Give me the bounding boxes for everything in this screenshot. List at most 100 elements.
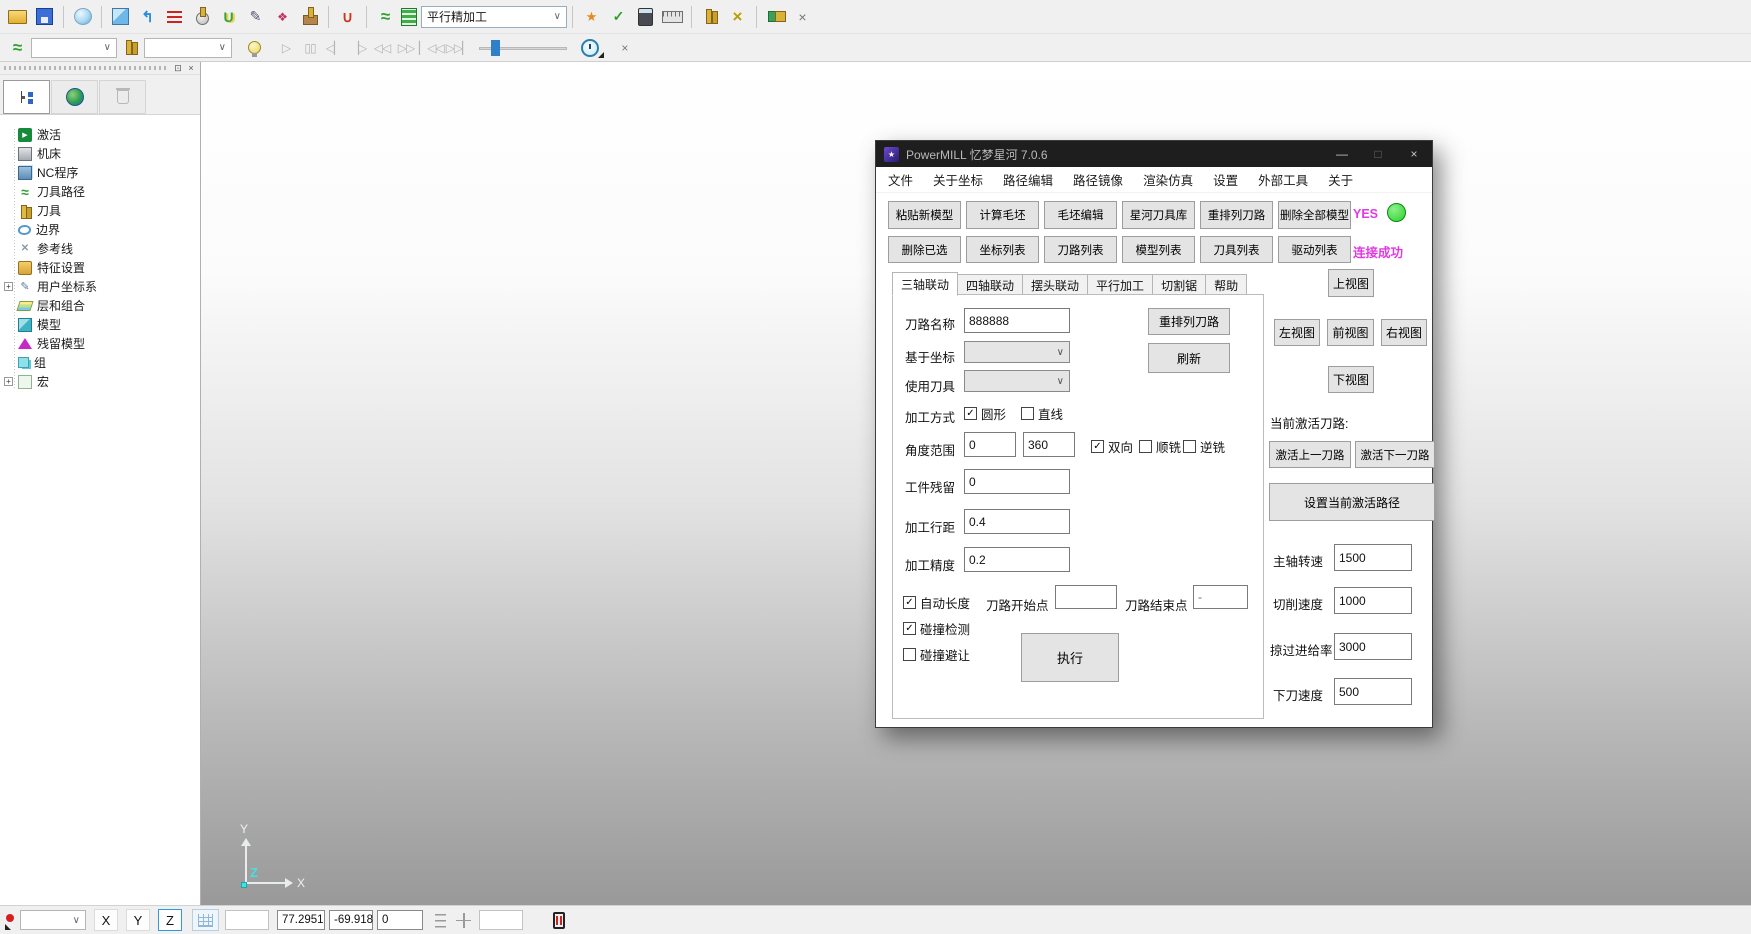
x-axis-button[interactable]: X <box>94 909 118 931</box>
tool-pair-icon[interactable] <box>698 4 723 29</box>
tree-item-nc-programs[interactable]: NC程序 <box>0 163 200 182</box>
menu-coordinates[interactable]: 关于坐标 <box>923 170 993 189</box>
tree-item-models[interactable]: 模型 <box>0 315 200 334</box>
tree-item-groups[interactable]: 组 <box>0 353 200 372</box>
toolpath-name-input[interactable] <box>964 308 1070 333</box>
nc-program-lines-icon[interactable] <box>162 4 187 29</box>
record-dot-icon[interactable] <box>3 910 18 930</box>
start-point-input[interactable] <box>1055 585 1117 609</box>
bottom-view-button[interactable]: 下视图 <box>1328 366 1374 393</box>
tab-saw[interactable]: 切割锯 <box>1153 274 1206 296</box>
maximize-button[interactable]: □ <box>1360 141 1396 167</box>
refresh-button[interactable]: 刷新 <box>1148 343 1230 373</box>
delete-all-models-button[interactable]: 删除全部模型 <box>1278 201 1351 229</box>
tree-item-feature-sets[interactable]: 特征设置 <box>0 258 200 277</box>
ruler-icon[interactable] <box>660 4 685 29</box>
close-sim-toolbar-icon[interactable]: × <box>613 37 635 59</box>
tool-star-icon[interactable]: ★ <box>579 4 604 29</box>
block-icon[interactable] <box>108 4 133 29</box>
sim-tool-combo[interactable]: ∨ <box>144 38 232 58</box>
activate-next-button[interactable]: 激活下一刀路 <box>1355 441 1435 468</box>
tree-item-activate[interactable]: ▶ 激活 <box>0 125 200 144</box>
status-combo[interactable]: ∨ <box>20 910 86 930</box>
clock-icon[interactable] <box>581 39 599 57</box>
tab-explorer-tree[interactable] <box>3 80 50 114</box>
go-end-button[interactable]: ▷▷▏ <box>446 37 471 59</box>
tree-item-patterns[interactable]: ✕ 参考线 <box>0 239 200 258</box>
open-project-icon[interactable] <box>5 4 30 29</box>
tab-3axis[interactable]: 三轴联动 <box>892 272 958 296</box>
tree-item-stock-models[interactable]: 残留模型 <box>0 334 200 353</box>
shaded-view-icon[interactable] <box>70 4 95 29</box>
angle-from-input[interactable] <box>964 432 1016 457</box>
tree-item-machine[interactable]: 机床 <box>0 144 200 163</box>
dialog-titlebar[interactable]: ★ PowerMILL 忆梦星河 7.0.6 — □ × <box>876 141 1432 167</box>
status-blank-field-1[interactable] <box>225 910 269 930</box>
block-edit-button[interactable]: 毛坯编辑 <box>1044 201 1117 229</box>
minimize-button[interactable]: — <box>1324 141 1360 167</box>
slider-handle[interactable] <box>491 40 500 56</box>
step-forward-button[interactable]: ▕▷ <box>347 37 369 59</box>
lightbulb-icon[interactable] <box>242 35 267 60</box>
collision-check-checkbox[interactable]: ✓ 碰撞检测 <box>903 619 970 638</box>
tool-check-icon[interactable]: ✓ <box>606 4 631 29</box>
tab-4axis[interactable]: 四轴联动 <box>958 274 1023 296</box>
stock-input[interactable] <box>964 469 1070 494</box>
step-back-button[interactable]: ◁▏ <box>323 37 345 59</box>
grid-button[interactable] <box>192 909 219 931</box>
tree-item-workplanes[interactable]: + ✎ 用户坐标系 <box>0 277 200 296</box>
play-button[interactable]: ▷ <box>275 37 297 59</box>
angle-to-input[interactable] <box>1023 432 1075 457</box>
active-toolpath-combo[interactable]: 平行精加工 ∨ <box>421 6 567 28</box>
toolpath-list-button[interactable]: 刀路列表 <box>1044 236 1117 263</box>
paste-new-model-button[interactable]: 粘贴新模型 <box>888 201 961 229</box>
tool-list-button[interactable]: 刀具列表 <box>1200 236 1273 263</box>
spindle-speed-input[interactable] <box>1334 544 1412 571</box>
tree-item-macros[interactable]: + 宏 <box>0 372 200 391</box>
nc-cubes-icon[interactable] <box>763 4 788 29</box>
tool-block-icon[interactable] <box>297 4 322 29</box>
pattern-points-icon[interactable]: ❖ <box>270 4 295 29</box>
model-list-button[interactable]: 模型列表 <box>1122 236 1195 263</box>
rapid-move-arrow-icon[interactable]: ↰ <box>135 4 160 29</box>
panel-float-icon[interactable]: ⊡ <box>172 62 184 75</box>
line-checkbox[interactable]: 直线 <box>1021 404 1063 423</box>
top-view-button[interactable]: 上视图 <box>1328 269 1374 297</box>
climb-mill-checkbox[interactable]: 顺铣 <box>1139 437 1181 456</box>
device-pause-icon[interactable] <box>553 912 565 929</box>
collision-check-icon[interactable]: U <box>216 4 241 29</box>
simulation-speed-slider[interactable] <box>479 39 567 57</box>
close-toolbar-icon[interactable]: × <box>790 4 815 29</box>
activate-prev-button[interactable]: 激活上一刀路 <box>1269 441 1351 468</box>
right-view-button[interactable]: 右视图 <box>1381 319 1427 346</box>
xyz-list-icon[interactable] <box>433 913 448 928</box>
tree-item-toolpaths[interactable]: ≈ 刀具路径 <box>0 182 200 201</box>
search-forward-button[interactable]: ▷▷ <box>395 37 417 59</box>
menu-path-edit[interactable]: 路径编辑 <box>993 170 1063 189</box>
pencil-edit-icon[interactable]: ✎ <box>243 4 268 29</box>
skim-feed-input[interactable] <box>1334 633 1412 660</box>
circle-checkbox[interactable]: ✓ 圆形 <box>964 404 1006 423</box>
ball-tool-icon[interactable] <box>189 4 214 29</box>
menu-settings[interactable]: 设置 <box>1203 170 1248 189</box>
status-blank-field-2[interactable] <box>479 910 523 930</box>
rearrange-toolpaths-button[interactable]: 重排列刀路 <box>1200 201 1273 229</box>
collision-avoid-checkbox[interactable]: 碰撞避让 <box>903 645 970 664</box>
tolerance-input[interactable] <box>964 547 1070 572</box>
menu-external-tools[interactable]: 外部工具 <box>1248 170 1318 189</box>
go-start-button[interactable]: ▏◁◁ <box>419 37 444 59</box>
tool-combo[interactable]: ∨ <box>964 370 1070 392</box>
tab-swivel-head[interactable]: 摆头联动 <box>1023 274 1088 296</box>
coordinate-list-button[interactable]: 坐标列表 <box>966 236 1039 263</box>
tab-help[interactable]: 帮助 <box>1206 274 1247 296</box>
conventional-mill-checkbox[interactable]: 逆铣 <box>1183 437 1225 456</box>
delete-selected-button[interactable]: 删除已选 <box>888 236 961 263</box>
tree-item-levels[interactable]: 层和组合 <box>0 296 200 315</box>
tool-simulation-icon[interactable]: ∪ <box>335 4 360 29</box>
cross-tools-icon[interactable]: × <box>725 4 750 29</box>
left-view-button[interactable]: 左视图 <box>1274 319 1320 346</box>
set-active-path-button[interactable]: 设置当前激活路径 <box>1269 483 1435 521</box>
coord-combo[interactable]: ∨ <box>964 341 1070 363</box>
xinghe-tool-library-button[interactable]: 星河刀具库 <box>1122 201 1195 229</box>
tab-recycle[interactable] <box>99 80 146 114</box>
